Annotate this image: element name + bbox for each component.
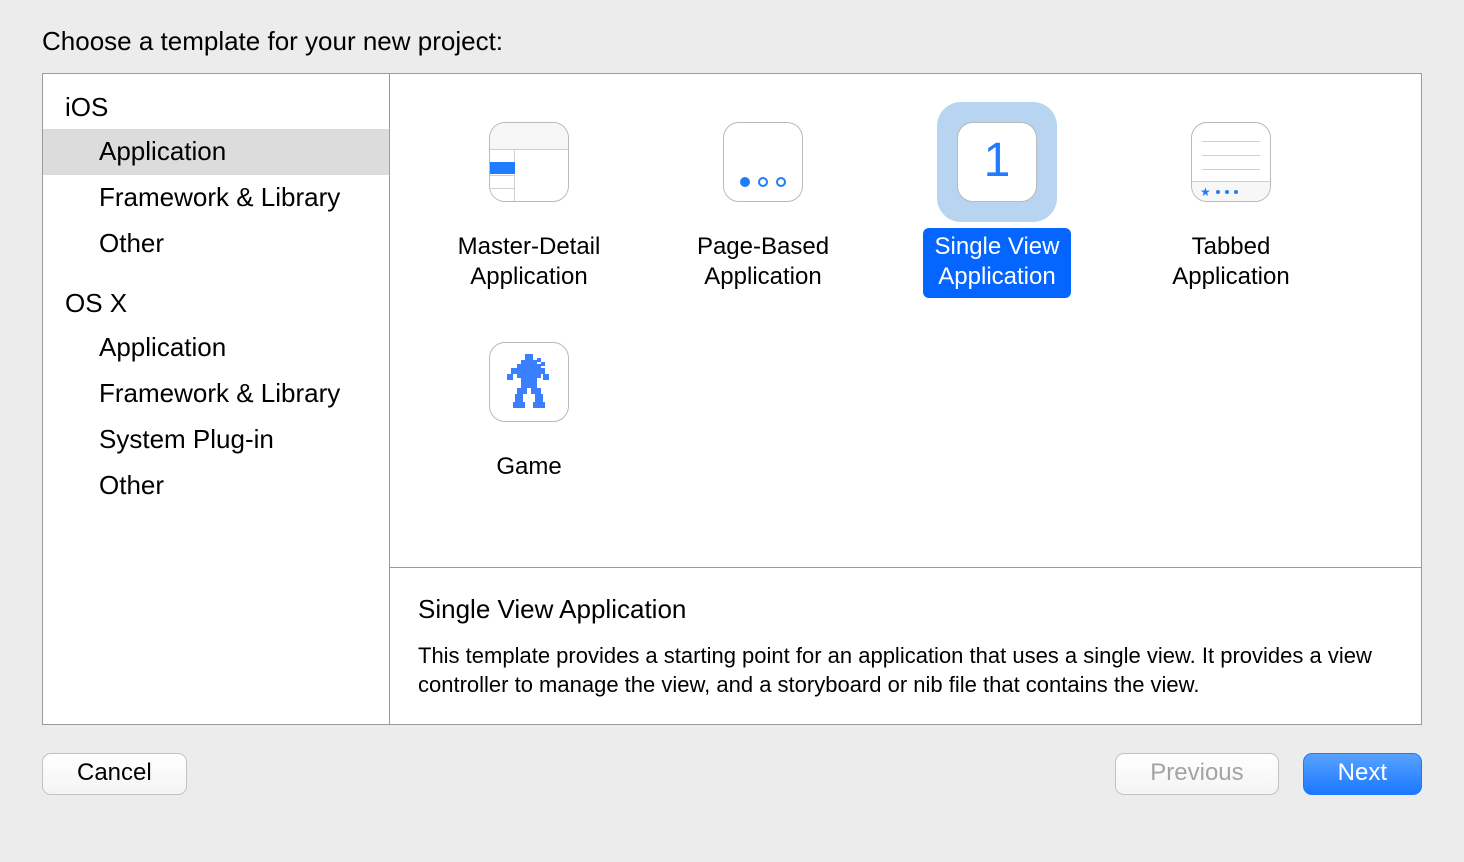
template-label: Single View Application [923, 228, 1072, 298]
game-icon [469, 322, 589, 442]
sidebar-section-osx: OS X [43, 280, 389, 325]
template-label: Master-Detail Application [446, 228, 613, 298]
template-label: Page-Based Application [685, 228, 841, 298]
description-title: Single View Application [418, 594, 1393, 625]
sheet-footer: Cancel Previous Next [42, 753, 1422, 795]
next-button[interactable]: Next [1303, 753, 1422, 795]
category-sidebar: iOS Application Framework & Library Othe… [43, 74, 390, 724]
sidebar-item-ios-application[interactable]: Application [43, 129, 389, 175]
sidebar-item-ios-framework[interactable]: Framework & Library [43, 175, 389, 221]
sidebar-item-osx-framework[interactable]: Framework & Library [43, 371, 389, 417]
sheet-heading: Choose a template for your new project: [42, 26, 1422, 57]
single-view-icon: 1 [937, 102, 1057, 222]
template-grid: Master-Detail Application Page-Ba [390, 74, 1421, 567]
description-body: This template provides a starting point … [418, 641, 1393, 700]
page-based-icon [703, 102, 823, 222]
template-single-view[interactable]: 1 Single View Application [880, 102, 1114, 298]
template-panel: iOS Application Framework & Library Othe… [42, 73, 1422, 725]
sidebar-item-osx-other[interactable]: Other [43, 463, 389, 509]
master-detail-icon [469, 102, 589, 222]
new-project-sheet: Choose a template for your new project: … [0, 0, 1464, 862]
previous-button[interactable]: Previous [1115, 753, 1278, 795]
template-label: Game [484, 448, 573, 488]
template-master-detail[interactable]: Master-Detail Application [412, 102, 646, 298]
cancel-button[interactable]: Cancel [42, 753, 187, 795]
template-tabbed[interactable]: ★ Tabbed Application [1114, 102, 1348, 298]
template-main-area: Master-Detail Application Page-Ba [390, 74, 1421, 724]
template-label: Tabbed Application [1160, 228, 1301, 298]
sidebar-item-ios-other[interactable]: Other [43, 221, 389, 267]
template-description: Single View Application This template pr… [390, 567, 1421, 724]
sidebar-item-osx-application[interactable]: Application [43, 325, 389, 371]
sidebar-item-osx-system-plugin[interactable]: System Plug-in [43, 417, 389, 463]
template-game[interactable]: Game [412, 322, 646, 488]
template-page-based[interactable]: Page-Based Application [646, 102, 880, 298]
sidebar-section-ios: iOS [43, 84, 389, 129]
tabbed-icon: ★ [1171, 102, 1291, 222]
